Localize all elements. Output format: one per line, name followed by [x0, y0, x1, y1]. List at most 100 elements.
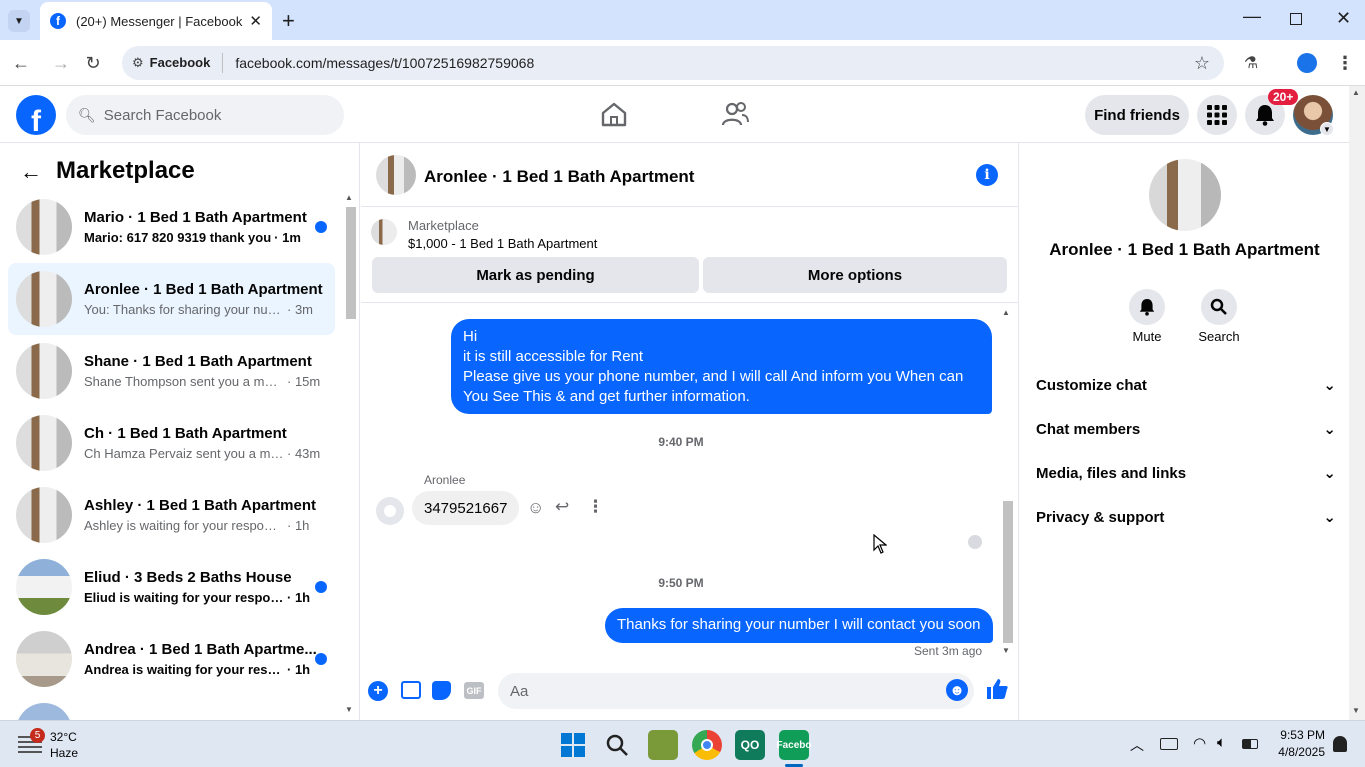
outgoing-message[interactable]: Thanks for sharing your number I will co…: [605, 608, 993, 643]
battery-icon[interactable]: [1242, 739, 1258, 749]
back-arrow-icon[interactable]: ←: [20, 159, 42, 185]
labs-flask-icon[interactable]: ⚗: [1236, 48, 1266, 78]
new-tab-button[interactable]: +: [282, 8, 295, 34]
site-info-icon[interactable]: ⚙: [132, 55, 144, 71]
maximize-button[interactable]: [1290, 13, 1302, 25]
browser-tab[interactable]: f (20+) Messenger | Facebook ✕: [40, 2, 272, 40]
page-scrollbar[interactable]: ▲ ▼: [1349, 86, 1365, 720]
emoji-icon[interactable]: ☻: [946, 679, 968, 701]
search-icon[interactable]: [605, 733, 629, 760]
chat-scrollbar[interactable]: ▲ ▼: [1002, 308, 1014, 658]
conversation-item[interactable]: Fidèle Loii · 3 Beds 2 Baths Ho...: [8, 695, 335, 720]
reply-icon[interactable]: ↩: [555, 497, 569, 517]
address-bar[interactable]: ⚙ Facebook facebook.com/messages/t/10072…: [122, 46, 1224, 80]
conversation-name: Shane · 1 Bed 1 Bath Apartment: [84, 353, 312, 370]
clock-date[interactable]: 4/8/2025: [1272, 745, 1325, 759]
conversation-snippet: Mario: 617 820 9319 thank you: [84, 230, 272, 245]
conversation-item[interactable]: Ashley · 1 Bed 1 Bath Apartment Ashley is…: [8, 479, 335, 551]
conversation-item[interactable]: Eliud · 3 Beds 2 Baths House Eliud is wai…: [8, 551, 335, 623]
clock-time[interactable]: 9:53 PM: [1275, 728, 1325, 742]
privacy-support-section[interactable]: Privacy & support ⌄: [1036, 505, 1336, 529]
account-chevron-icon[interactable]: ▼: [1320, 122, 1334, 136]
chat-list-scrollbar[interactable]: ▲ ▼: [345, 193, 357, 720]
info-icon[interactable]: i: [976, 164, 998, 186]
notification-center-icon[interactable]: [1333, 736, 1347, 752]
reload-icon[interactable]: ↻: [78, 48, 108, 78]
sender-avatar[interactable]: [376, 497, 404, 525]
back-arrow-icon[interactable]: ←: [6, 48, 36, 78]
chevron-up-icon[interactable]: ︿: [1130, 735, 1144, 755]
chat-avatar[interactable]: [376, 155, 416, 195]
find-friends-button[interactable]: Find friends: [1085, 95, 1189, 135]
url-text[interactable]: facebook.com/messages/t/1007251698275906…: [235, 55, 534, 71]
browser-toolbar: ← → ↻ ⚙ Facebook facebook.com/messages/t…: [0, 40, 1365, 86]
forward-arrow-icon[interactable]: →: [46, 48, 76, 78]
home-icon[interactable]: [600, 101, 628, 130]
windows-taskbar: 5 32°C Haze QO Facebo ︿ ◠ 🔈︎ 9:53 PM 4/8…: [0, 720, 1365, 767]
mark-as-pending-button[interactable]: Mark as pending: [372, 257, 699, 293]
friends-icon[interactable]: [720, 101, 750, 130]
close-tab-icon[interactable]: ✕: [249, 12, 262, 30]
minimize-button[interactable]: —: [1243, 6, 1261, 27]
sticker-icon[interactable]: [432, 681, 451, 700]
photo-icon[interactable]: [401, 681, 421, 699]
message-line: Hi: [463, 328, 478, 345]
notepad-app-icon[interactable]: [648, 730, 678, 760]
gif-icon[interactable]: GIF: [464, 682, 484, 699]
react-emoji-icon[interactable]: ☺: [527, 498, 544, 518]
chat-members-section[interactable]: Chat members ⌄: [1036, 417, 1336, 441]
conversation-avatar: [16, 271, 72, 327]
wifi-icon[interactable]: ◠: [1193, 734, 1206, 752]
conversation-time: · 3m: [287, 302, 313, 317]
chrome-app-icon[interactable]: [692, 730, 722, 760]
windows-start-icon[interactable]: [561, 733, 585, 757]
plus-icon[interactable]: +: [368, 681, 388, 701]
conversation-item[interactable]: Andrea · 1 Bed 1 Bath Apartme... Andrea i…: [8, 623, 335, 695]
conversation-item[interactable]: Aronlee · 1 Bed 1 Bath Apartment You: Tha…: [8, 263, 335, 335]
conversation-name: Ashley · 1 Bed 1 Bath Apartment: [84, 497, 316, 514]
conversation-panel: Aronlee · 1 Bed 1 Bath Apartment i Marke…: [361, 143, 1019, 720]
conversation-item[interactable]: Ch · 1 Bed 1 Bath Apartment Ch Hamza Perv…: [8, 407, 335, 479]
section-label: Privacy & support: [1036, 508, 1165, 526]
outgoing-message[interactable]: Hi it is still accessible for Rent Pleas…: [451, 319, 992, 414]
browser-menu-icon[interactable]: ⋮: [1330, 48, 1360, 78]
mute-button[interactable]: [1129, 289, 1165, 325]
conversation-name: Eliud · 3 Beds 2 Baths House: [84, 569, 292, 586]
chevron-down-icon: ⌄: [1323, 465, 1336, 482]
close-window-button[interactable]: ✕: [1336, 8, 1351, 29]
keyboard-icon[interactable]: [1160, 738, 1178, 750]
sender-name: Aronlee: [424, 473, 466, 487]
media-files-links-section[interactable]: Media, files and links ⌄: [1036, 461, 1336, 485]
read-receipt-avatar: [968, 535, 982, 549]
qoo-app-icon[interactable]: QO: [735, 730, 765, 760]
menu-grid-icon[interactable]: [1197, 95, 1237, 135]
conversation-item[interactable]: Mario · 1 Bed 1 Bath Apartment Mario: 617…: [8, 191, 335, 263]
incoming-message[interactable]: 3479521667: [412, 491, 520, 525]
facebook-search-input[interactable]: 🔍︎ Search Facebook: [66, 95, 344, 135]
facebook-logo-icon[interactable]: f: [16, 95, 56, 135]
tab-search-button[interactable]: ▼: [8, 10, 30, 32]
chat-title[interactable]: Aronlee · 1 Bed 1 Bath Apartment: [424, 167, 694, 187]
search-button[interactable]: [1201, 289, 1237, 325]
profile-photo[interactable]: [1149, 159, 1221, 231]
unread-dot: [315, 581, 327, 593]
weather-widget[interactable]: 5 32°C Haze: [14, 728, 104, 762]
volume-icon[interactable]: 🔈︎: [1217, 734, 1226, 751]
listing-thumbnail[interactable]: [371, 219, 397, 245]
message-input[interactable]: Aa: [498, 673, 974, 709]
more-actions-icon[interactable]: ⋮: [587, 497, 604, 517]
customize-chat-section[interactable]: Customize chat ⌄: [1036, 373, 1336, 397]
bookmark-star-icon[interactable]: ☆: [1187, 48, 1217, 78]
facebook-app-icon[interactable]: Facebo: [777, 730, 812, 760]
listing-source: Marketplace: [408, 218, 479, 233]
conversation-item[interactable]: Shane · 1 Bed 1 Bath Apartment Shane Thom…: [8, 335, 335, 407]
thumbs-up-icon[interactable]: [985, 677, 1009, 704]
tab-strip: ▼ f (20+) Messenger | Facebook ✕ + — ✕: [0, 0, 1365, 40]
listing-title[interactable]: $1,000 - 1 Bed 1 Bath Apartment: [408, 236, 597, 251]
temperature: 32°C: [50, 730, 77, 744]
profile-icon[interactable]: [1292, 48, 1322, 78]
tab-title: (20+) Messenger | Facebook: [76, 13, 243, 29]
section-label: Customize chat: [1036, 376, 1147, 394]
more-options-button[interactable]: More options: [703, 257, 1007, 293]
conversation-snippet: You: Thanks for sharing your num...: [84, 302, 284, 317]
